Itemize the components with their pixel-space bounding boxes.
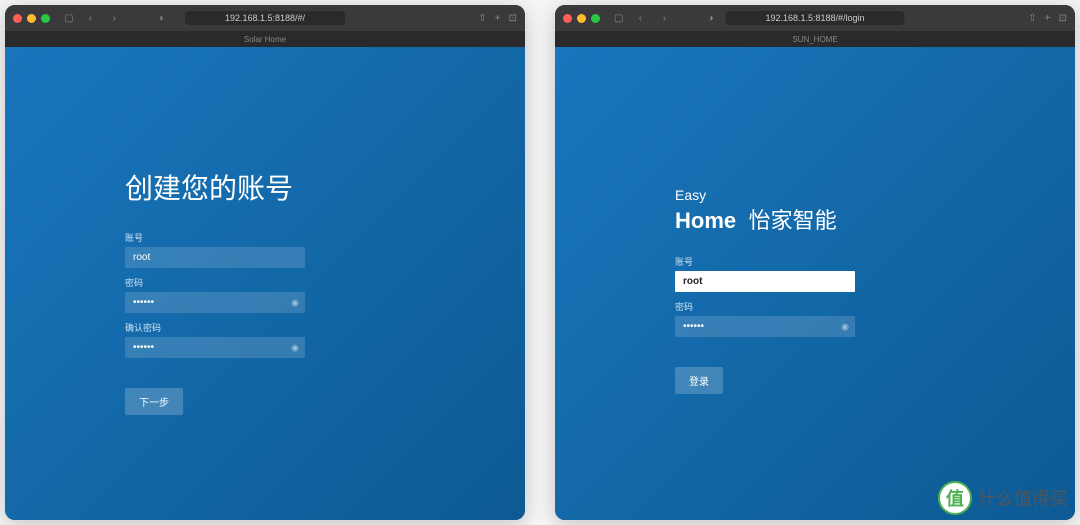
titlebar: ▢ ‹ › ◑ 192.168.1.5:8188/#/login ⇧ + ⊡ [555,5,1075,31]
forward-icon[interactable]: › [107,11,121,25]
account-input[interactable] [125,247,305,268]
back-icon[interactable]: ‹ [633,11,647,25]
maximize-icon[interactable] [41,14,50,23]
back-icon[interactable]: ‹ [83,11,97,25]
maximize-icon[interactable] [591,14,600,23]
brand-main: Home [675,208,736,233]
page-content: Easy Home 怡家智能 账号 密码 ◉ 登录 [555,47,1075,520]
share-icon[interactable]: ⇧ [478,13,486,24]
watermark-text: 什么值得买 [978,485,1068,511]
eye-icon[interactable]: ◉ [841,321,849,332]
new-tab-icon[interactable]: + [1045,13,1051,24]
browser-window-left: ▢ ‹ › ◑ 192.168.1.5:8188/#/ ⇧ + ⊡ Solar … [5,5,525,520]
close-icon[interactable] [13,14,22,23]
account-label: 账号 [125,231,405,244]
brand-logo: Easy Home 怡家智能 [675,187,955,235]
share-icon[interactable]: ⇧ [1028,13,1036,24]
confirm-password-label: 确认密码 [125,321,405,334]
close-icon[interactable] [563,14,572,23]
new-tab-icon[interactable]: + [495,13,501,24]
tab-bar: Solar Home [5,31,525,47]
sidebar-icon[interactable]: ▢ [64,13,73,24]
brand-subtitle: 怡家智能 [749,208,837,233]
watermark: 值 什么值得买 [938,481,1068,515]
brand-top: Easy [675,187,955,203]
minimize-icon[interactable] [577,14,586,23]
sidebar-icon[interactable]: ▢ [614,13,623,24]
login-button[interactable]: 登录 [675,367,723,394]
confirm-password-input[interactable] [125,337,305,358]
tab-title[interactable]: SUN_HOME [792,35,837,44]
traffic-lights [13,14,50,23]
account-label: 账号 [675,255,955,268]
tabs-icon[interactable]: ⊡ [509,13,517,24]
account-input[interactable] [675,271,855,292]
next-button[interactable]: 下一步 [125,388,183,415]
tab-title[interactable]: Solar Home [244,35,286,44]
eye-icon[interactable]: ◉ [291,297,299,308]
password-input[interactable] [675,316,855,337]
traffic-lights [563,14,600,23]
page-content: 创建您的账号 账号 密码 ◉ 确认密码 ◉ 下一步 [5,47,525,520]
forward-icon[interactable]: › [657,11,671,25]
page-title: 创建您的账号 [125,167,405,207]
shield-icon[interactable]: ◑ [707,13,713,24]
shield-icon[interactable]: ◑ [157,13,163,24]
browser-window-right: ▢ ‹ › ◑ 192.168.1.5:8188/#/login ⇧ + ⊡ S… [555,5,1075,520]
url-bar[interactable]: 192.168.1.5:8188/#/login [725,11,904,25]
tab-bar: SUN_HOME [555,31,1075,47]
password-input[interactable] [125,292,305,313]
password-label: 密码 [675,300,955,313]
password-label: 密码 [125,276,405,289]
url-bar[interactable]: 192.168.1.5:8188/#/ [185,11,345,25]
watermark-icon: 值 [938,481,972,515]
titlebar: ▢ ‹ › ◑ 192.168.1.5:8188/#/ ⇧ + ⊡ [5,5,525,31]
eye-icon[interactable]: ◉ [291,342,299,353]
tabs-icon[interactable]: ⊡ [1059,13,1067,24]
minimize-icon[interactable] [27,14,36,23]
